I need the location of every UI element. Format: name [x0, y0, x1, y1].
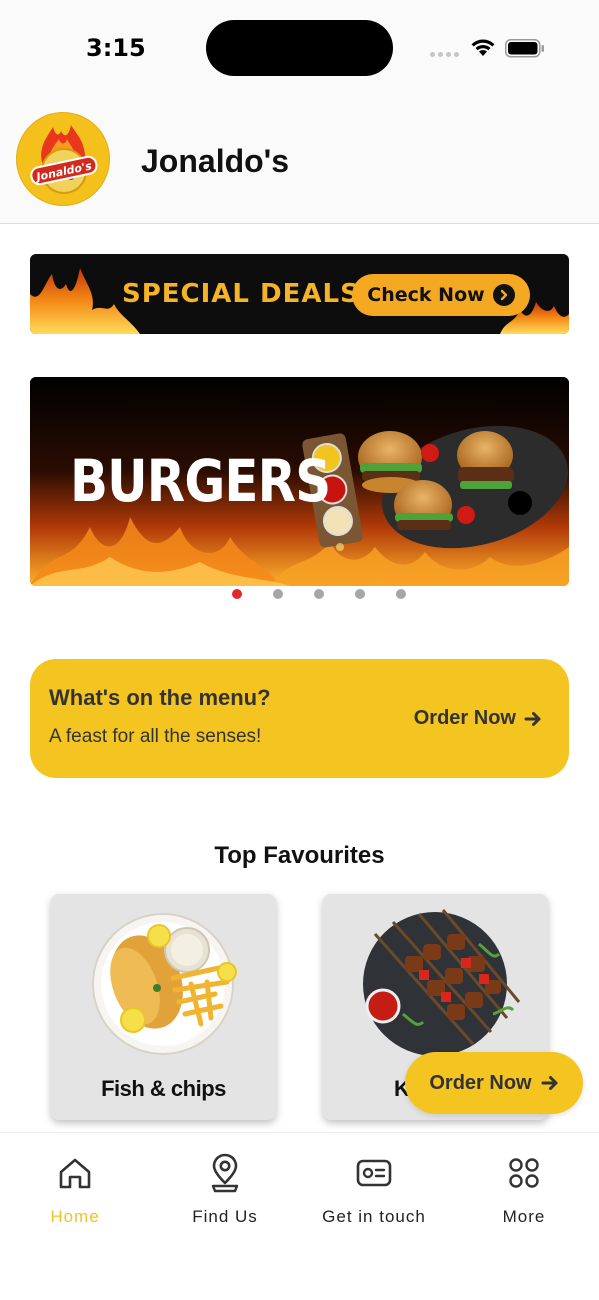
carousel-dot[interactable]	[272, 589, 283, 599]
page-title: Jonaldo's	[141, 143, 290, 179]
cellular-signal-icon	[430, 52, 459, 57]
carousel-dot[interactable]	[313, 589, 324, 599]
grid-dots-icon	[509, 1158, 539, 1188]
status-bar: 3:15	[0, 0, 599, 96]
promo-carousel[interactable]: BURGERS	[30, 377, 569, 586]
floating-order-label: Order Now	[429, 1071, 532, 1094]
tab-home[interactable]: Home	[0, 1153, 150, 1227]
tab-label: Find Us	[192, 1207, 258, 1226]
order-now-link[interactable]: Order Now	[414, 707, 542, 730]
favourite-item-label: Fish & chips	[101, 1076, 226, 1101]
arrow-right-icon	[541, 1076, 558, 1090]
kebab-image	[363, 909, 521, 1056]
section-title: Top Favourites	[214, 842, 385, 869]
carousel-dot[interactable]	[354, 589, 365, 599]
check-now-button[interactable]: Check Now	[352, 274, 530, 316]
carousel-slide-title: BURGERS	[70, 447, 331, 515]
tab-more[interactable]: More	[449, 1153, 599, 1227]
deals-heading: SPECIAL DEALS	[122, 279, 360, 309]
tab-label: More	[502, 1207, 546, 1226]
carousel-dot[interactable]	[395, 589, 406, 599]
arrow-right-icon	[524, 711, 541, 726]
tab-label: Home	[50, 1207, 100, 1226]
menu-card-subtitle: A feast for all the senses!	[49, 726, 262, 747]
order-now-label: Order Now	[413, 707, 516, 729]
check-now-label: Check Now	[367, 284, 485, 306]
status-time: 3:15	[86, 34, 146, 62]
menu-card-title: What's on the menu?	[49, 685, 271, 710]
fish-and-chips-image	[92, 913, 237, 1055]
favourite-item-card[interactable]: Fish & chips	[51, 894, 276, 1120]
contact-card-icon	[356, 1159, 392, 1187]
tab-get-in-touch[interactable]: Get in touch	[299, 1153, 449, 1227]
home-icon	[59, 1158, 91, 1189]
bottom-tab-bar: Home Find Us Get in touch More	[0, 1132, 599, 1300]
app-header: Jonaldo's Jonaldo's	[0, 96, 599, 224]
wifi-icon	[471, 39, 495, 56]
battery-icon	[505, 39, 544, 58]
tab-label: Get in touch	[322, 1207, 426, 1226]
tab-find-us[interactable]: Find Us	[150, 1153, 300, 1227]
floating-order-now-button[interactable]: Order Now	[405, 1052, 583, 1114]
location-pin-icon	[211, 1153, 239, 1193]
dynamic-island	[206, 20, 393, 76]
carousel-dot[interactable]	[231, 589, 242, 599]
carousel-pagination[interactable]	[0, 589, 599, 599]
brand-logo[interactable]: Jonaldo's	[16, 112, 110, 206]
special-deals-banner[interactable]: SPECIAL DEALS Check Now	[30, 254, 569, 334]
arrow-right-circle-icon	[492, 284, 515, 306]
menu-promo-card[interactable]: What's on the menu? A feast for all the …	[30, 659, 569, 778]
